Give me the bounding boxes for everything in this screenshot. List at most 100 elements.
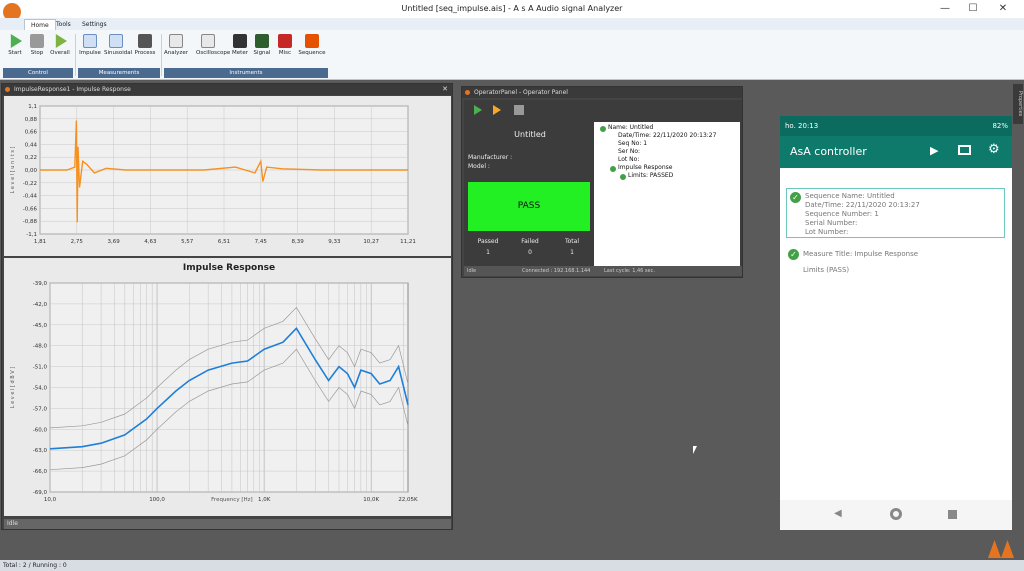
process-button[interactable]: Process [133,34,157,68]
x-tick-label: 22,05K [398,497,418,503]
run-overall-icon[interactable] [493,105,501,115]
close-button[interactable]: ✕ [988,2,1018,16]
tree-item[interactable]: Ser No: [618,148,640,155]
x-tick-label: 1,81 [34,239,46,245]
tree-item[interactable]: Name: Untitled [608,124,653,131]
y-tick-label: -0,66 [23,206,38,212]
back-icon[interactable]: ◀ [834,508,842,519]
sequence-icon [305,34,319,48]
home-icon[interactable] [890,508,902,520]
tree-item[interactable]: Lot No: [618,156,639,163]
connection-status: Connected : 192.168.1.144 [522,268,591,274]
tab-tools[interactable]: Tools [50,19,77,30]
x-tick-label: 6,51 [218,239,230,245]
meter-button[interactable]: Meter [228,34,252,68]
sequence-name: Untitled [514,130,546,139]
x-axis-label: Frequency [Hz] [211,497,252,503]
y-tick-label: 1,1 [28,104,37,110]
impulse-response-panel: ImpulseResponse1 - Impulse Response ✕ 1,1… [1,83,453,530]
tree-item[interactable]: Seq No: 1 [618,140,647,147]
measure-title: Measure Title: Impulse Response [803,250,919,258]
group-measurements: Measurements [78,68,160,78]
window-title: Untitled [seq_impulse.ais] - A s A Audio… [401,4,623,13]
signal-icon [255,34,269,48]
sequence-button[interactable]: Sequence [298,34,326,68]
card-line: Serial Number: [805,219,858,227]
analyzer-button[interactable]: Analyzer [164,34,188,68]
play-icon[interactable]: ▶ [930,144,938,157]
app-title: AsA controller [790,145,867,158]
tree-item[interactable]: Limits: PASSED [628,172,673,179]
pass-icon [600,126,606,132]
y-tick-label: -42,0 [33,302,48,308]
y-tick-label: -69,0 [33,490,48,496]
check-icon: ✓ [790,192,801,203]
properties-tab[interactable]: Properties [1013,84,1023,124]
stop-icon [30,34,44,48]
y-tick-label: -45,0 [33,323,48,329]
meter-icon [233,34,247,48]
x-tick-label: 4,63 [144,239,157,245]
app-status-bar: Total : 2 / Running : 0 [0,560,1024,571]
counters: Passed 1 Failed 0 Total 1 [468,238,598,262]
analyzer-icon [169,34,183,48]
y-tick-label: -0,88 [23,219,38,225]
recents-icon[interactable] [948,510,957,519]
y-tick-label: -0,44 [23,194,38,200]
x-tick-label: 10,0K [363,497,379,503]
app-bar: AsA controller ▶ ⚙ [780,136,1012,168]
settings-gear-icon[interactable]: ⚙ [988,142,1000,157]
run-icon[interactable] [474,105,482,115]
phone-battery: 82% [992,122,1008,130]
card-line: Sequence Name: Untitled [805,192,895,200]
panel-status: Idle [4,519,451,529]
x-tick-label: 1,0K [258,497,271,503]
mouse-cursor-icon [693,446,697,454]
y-tick-label: -39,0 [33,281,48,287]
ribbon-tabs: Home Tools Settings [0,18,1024,30]
impulse-button[interactable]: Impulse [78,34,102,68]
x-tick-label: 7,45 [255,239,268,245]
card-line: Sequence Number: 1 [805,210,879,218]
signal-button[interactable]: Signal [250,34,274,68]
result-tree: Name: Untitled Date/Time: 22/11/2020 20:… [594,122,740,266]
x-tick-label: 100,0 [149,497,165,503]
start-button[interactable]: Start [3,34,27,68]
y-tick-label: -0,22 [23,181,37,187]
title-bar: Untitled [seq_impulse.ais] - A s A Audio… [0,0,1024,21]
tab-settings[interactable]: Settings [76,19,113,30]
y-tick-label: -54,0 [33,386,48,392]
y-tick-label: -1,1 [26,232,37,238]
y-axis-label: L e v e l [ u n i t s ] [10,146,16,193]
misc-button[interactable]: Misc [273,34,297,68]
manufacturer-label: Manufacturer : [468,154,513,161]
result-indicator: PASS [468,182,590,231]
asa-logo-icon [988,540,1014,558]
maximize-button[interactable]: ☐ [958,2,988,16]
cast-icon[interactable] [958,145,971,155]
ribbon-toolbar: Start Stop Overall Impulse Sinusoidal Pr… [0,30,1024,80]
y-tick-label: 0,22 [25,155,37,161]
phone-time: ho. 20:13 [785,122,819,130]
x-tick-label: 10,27 [363,239,379,245]
tree-item[interactable]: Impulse Response [618,164,672,171]
failed-count: 0 [528,249,532,256]
close-panel-icon[interactable]: ✕ [442,84,448,95]
stop-icon[interactable] [514,105,524,115]
y-tick-label: -63,0 [33,448,48,454]
sinusoidal-button[interactable]: Sinusoidal [104,34,132,68]
x-tick-label: 5,57 [181,239,194,245]
operator-status-bar: Idle Connected : 192.168.1.144 Last cycl… [464,266,742,276]
y-tick-label: 0,44 [25,142,38,148]
card-line: Lot Number: [805,228,849,236]
pass-icon [620,174,626,180]
stop-button[interactable]: Stop [25,34,49,68]
minimize-button[interactable]: — [930,2,960,16]
y-tick-label: -60,0 [33,427,48,433]
check-icon: ✓ [788,249,799,260]
x-tick-label: 2,75 [71,239,84,245]
tree-item[interactable]: Date/Time: 22/11/2020 20:13:27 [618,132,716,139]
overall-button[interactable]: Overall [48,34,72,68]
sinusoidal-icon [109,34,123,48]
oscilloscope-button[interactable]: Oscilloscope [196,34,230,68]
